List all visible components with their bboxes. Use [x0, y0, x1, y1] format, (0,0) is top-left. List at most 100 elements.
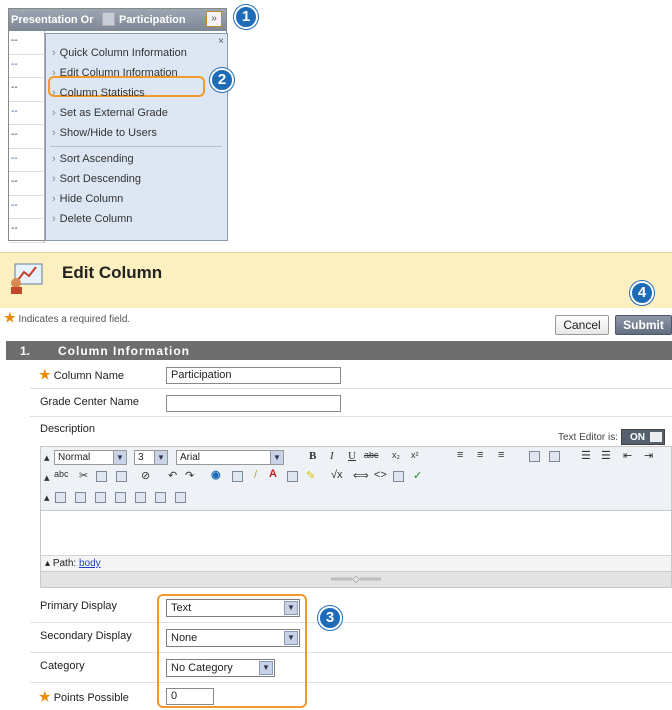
- insert-flash-icon[interactable]: [135, 492, 146, 503]
- insert-image-icon[interactable]: [287, 471, 298, 482]
- divider: [30, 682, 672, 683]
- expand-row3-icon[interactable]: ▴: [44, 491, 50, 504]
- path-expand-icon[interactable]: ▴: [45, 558, 50, 569]
- link-icon[interactable]: ◉: [211, 468, 221, 481]
- redo-icon[interactable]: ↷: [185, 469, 194, 482]
- grid-header: Presentation Or Participation »: [9, 9, 226, 31]
- spellcheck-check-icon[interactable]: ✓: [413, 469, 422, 482]
- grid-cell[interactable]: --: [9, 54, 45, 78]
- insert-table-icon[interactable]: [175, 492, 186, 503]
- spellcheck-icon[interactable]: abc: [54, 469, 69, 479]
- align-right-icon[interactable]: ≡: [498, 449, 504, 461]
- grade-center-name-input[interactable]: [166, 395, 341, 412]
- font-color-icon[interactable]: A: [269, 468, 277, 480]
- sort-icon[interactable]: [102, 12, 115, 26]
- expand-toolbar-icon[interactable]: ▴: [44, 451, 50, 464]
- strikethrough-icon[interactable]: abc: [364, 450, 379, 460]
- grid-rows: -- -- -- -- -- -- -- -- --: [9, 31, 45, 243]
- text-editor: Text Editor is: ON ▴ Normal ▼ 3 ▼ Arial ▼ B…: [40, 429, 672, 588]
- description-label: Description: [40, 423, 96, 435]
- paste-word-icon[interactable]: [549, 451, 560, 462]
- menu-item-hide-column[interactable]: › Hide Column: [52, 193, 123, 205]
- editor-resize-handle[interactable]: ═══◇═══: [41, 571, 671, 587]
- page-title: Edit Column: [62, 263, 163, 282]
- grid-cell[interactable]: --: [9, 101, 45, 125]
- bullet-list-icon[interactable]: ☰: [601, 449, 611, 462]
- page-header: Edit Column: [0, 252, 672, 308]
- grid-cell[interactable]: --: [9, 125, 45, 149]
- indent-icon[interactable]: ⇥: [644, 449, 653, 462]
- horizontal-rule-icon[interactable]: [232, 471, 243, 482]
- underline-icon[interactable]: U: [348, 450, 356, 462]
- callout-badge-3: 3: [318, 606, 342, 630]
- menu-item-set-as-external-grade[interactable]: › Set as External Grade: [52, 107, 168, 119]
- superscript-icon[interactable]: x²: [411, 450, 419, 460]
- required-star-icon: ★: [4, 310, 16, 325]
- divider: [30, 622, 672, 623]
- divider: [30, 416, 672, 417]
- font-family-select[interactable]: Arial ▼: [176, 450, 284, 465]
- callout-badge-1: 1: [234, 5, 258, 29]
- required-star-icon: ★: [39, 367, 51, 382]
- grid-cell[interactable]: --: [9, 195, 45, 219]
- paste-text-icon[interactable]: [529, 451, 540, 462]
- align-center-icon[interactable]: ≡: [477, 449, 483, 461]
- grade-center-name-label: Grade Center Name: [40, 396, 140, 408]
- outdent-icon[interactable]: ⇤: [623, 449, 632, 462]
- grid-cell[interactable]: --: [9, 78, 45, 102]
- attach-file-icon[interactable]: [55, 492, 66, 503]
- column-menu-chevron-icon[interactable]: »: [206, 11, 222, 27]
- insert-mashup-icon[interactable]: [155, 492, 166, 503]
- column-name-input[interactable]: Participation: [166, 367, 341, 384]
- column-header-presentation[interactable]: Presentation Or: [11, 14, 101, 26]
- submit-button[interactable]: Submit: [615, 315, 672, 335]
- subscript-icon[interactable]: x₂: [392, 450, 400, 460]
- required-note: ★ Indicates a required field.: [4, 310, 131, 325]
- menu-item-edit-column-information[interactable]: › Edit Column Information: [52, 67, 178, 79]
- format-select[interactable]: Normal ▼: [54, 450, 127, 465]
- unlink-icon[interactable]: ⊘: [141, 469, 150, 482]
- callout-badge-2: 2: [210, 68, 234, 92]
- insert-audio-icon[interactable]: [115, 492, 126, 503]
- undo-icon[interactable]: ↶: [168, 469, 177, 482]
- copy-icon[interactable]: [96, 471, 107, 482]
- grid-cell[interactable]: --: [9, 172, 45, 196]
- cut-icon[interactable]: ✂: [79, 469, 88, 482]
- expand-row2-icon[interactable]: ▴: [44, 471, 50, 484]
- column-header-participation[interactable]: Participation: [119, 14, 186, 26]
- grid-cell[interactable]: --: [9, 219, 45, 243]
- column-context-menu: × › Quick Column Information › Edit Column…: [45, 33, 228, 241]
- section-title: Column Information: [58, 344, 190, 358]
- font-size-select[interactable]: 3 ▼: [134, 450, 168, 465]
- preview-icon[interactable]: [393, 471, 404, 482]
- paste-icon[interactable]: [116, 471, 127, 482]
- column-name-label: ★ Column Name: [39, 367, 125, 382]
- menu-item-quick-column-information[interactable]: › Quick Column Information: [52, 47, 187, 59]
- align-left-icon[interactable]: ≡: [457, 449, 463, 461]
- bold-icon[interactable]: B: [309, 450, 316, 462]
- grid-cell[interactable]: --: [9, 148, 45, 172]
- text-editor-state[interactable]: ON: [621, 429, 665, 445]
- menu-item-sort-ascending[interactable]: › Sort Ascending: [52, 153, 134, 165]
- math-editor-icon[interactable]: √x: [331, 469, 343, 481]
- menu-item-sort-descending[interactable]: › Sort Descending: [52, 173, 141, 185]
- primary-display-label: Primary Display: [40, 600, 118, 612]
- embed-icon[interactable]: ⟺: [353, 469, 369, 482]
- divider: [30, 388, 672, 389]
- highlight-icon[interactable]: ✎: [306, 469, 315, 482]
- section-header: 1. Column Information: [6, 341, 672, 360]
- brush-icon[interactable]: /: [254, 469, 257, 481]
- path-body-link[interactable]: body: [79, 558, 101, 569]
- menu-item-delete-column[interactable]: › Delete Column: [52, 213, 132, 225]
- menu-item-column-statistics[interactable]: › Column Statistics: [52, 87, 145, 99]
- numbered-list-icon[interactable]: ☰: [581, 449, 591, 462]
- grid-cell[interactable]: --: [9, 31, 45, 55]
- html-code-icon[interactable]: <>: [374, 469, 387, 481]
- insert-image-file-icon[interactable]: [75, 492, 86, 503]
- menu-item-show-hide-to-users[interactable]: › Show/Hide to Users: [52, 127, 157, 139]
- insert-video-icon[interactable]: [95, 492, 106, 503]
- grade-center-grid: Presentation Or Participation » -- -- --…: [8, 8, 228, 243]
- italic-icon[interactable]: I: [330, 450, 334, 462]
- close-icon[interactable]: ×: [218, 36, 224, 47]
- cancel-button[interactable]: Cancel: [555, 315, 609, 335]
